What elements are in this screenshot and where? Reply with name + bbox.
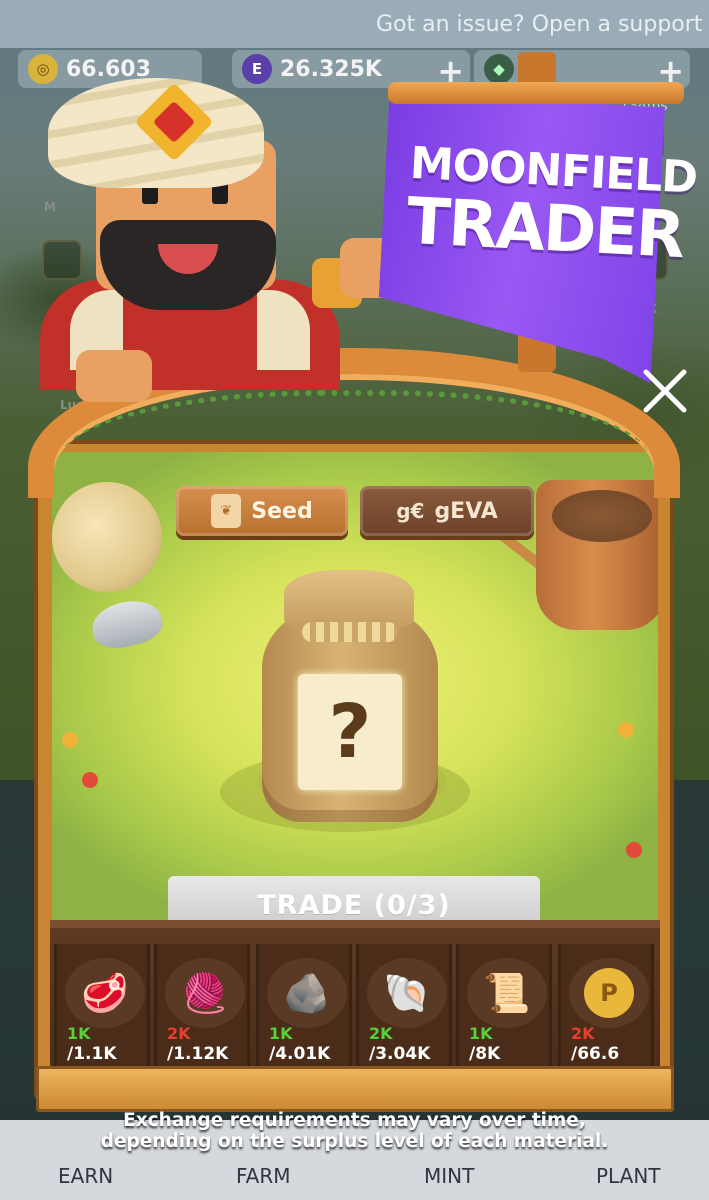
material-slot-rug[interactable]: 🧶 2K /1.12K <box>154 944 250 1070</box>
rock-decoration <box>52 482 162 592</box>
p-coin-icon: P <box>569 958 649 1028</box>
merchant-hand <box>76 350 152 402</box>
close-button[interactable] <box>638 364 692 418</box>
material-slot-shells[interactable]: 🐚 2K /3.04K <box>356 944 452 1070</box>
question-mark-icon: ? <box>328 689 372 775</box>
tab-geva-label: gEVA <box>434 498 498 524</box>
material-slot-stones[interactable]: 🪨 1K /4.01K <box>256 944 352 1070</box>
tab-seed-label: Seed <box>251 498 313 524</box>
flower-decoration <box>62 732 78 748</box>
exchange-note: Exchange requirements may vary over time… <box>0 1110 709 1153</box>
geva-icon: g€ <box>396 499 425 523</box>
material-need: /66.6 <box>571 1044 620 1064</box>
mystery-bag-label: ? <box>298 674 402 790</box>
banner-pole <box>388 82 684 104</box>
material-have: 2K <box>571 1024 595 1043</box>
tab-seed[interactable]: ❦ Seed <box>176 486 348 536</box>
material-need: /4.01K <box>269 1044 331 1064</box>
flower-decoration <box>618 722 634 738</box>
close-icon <box>643 369 687 413</box>
material-need: /1.1K <box>67 1044 117 1064</box>
exchange-note-line1: Exchange requirements may vary over time… <box>123 1110 586 1131</box>
tab-geva[interactable]: g€ gEVA <box>360 486 534 536</box>
material-slot-meat[interactable]: 🥩 1K /1.1K <box>54 944 150 1070</box>
exchange-note-line2: depending on the surplus level of each m… <box>100 1131 609 1153</box>
shovel-decoration <box>88 595 166 653</box>
shells-icon: 🐚 <box>367 958 447 1028</box>
trader-meadow: ? <box>52 452 658 922</box>
bottom-plank <box>36 1066 674 1112</box>
trader-modal: ? MOONFIELD TRADER ❦ Seed g€ gEVA TRADE … <box>0 0 709 1200</box>
material-have: 2K <box>369 1024 393 1043</box>
material-have: 2K <box>167 1024 191 1043</box>
material-have: 1K <box>269 1024 293 1043</box>
mystery-bag-rope <box>302 622 398 642</box>
stones-icon: 🪨 <box>267 958 347 1028</box>
material-slot-scroll[interactable]: 📜 1K /8K <box>456 944 552 1070</box>
rug-icon: 🧶 <box>165 958 245 1028</box>
material-need: /1.12K <box>167 1044 229 1064</box>
meat-icon: 🥩 <box>65 958 145 1028</box>
material-slot-p-coin[interactable]: P 2K /66.6 <box>558 944 654 1070</box>
trader-title: MOONFIELD TRADER <box>404 138 698 274</box>
mystery-bag-top <box>284 570 414 630</box>
material-need: /3.04K <box>369 1044 431 1064</box>
material-need: /8K <box>469 1044 501 1064</box>
flower-decoration <box>626 842 642 858</box>
material-have: 1K <box>469 1024 493 1043</box>
flower-decoration <box>82 772 98 788</box>
material-have: 1K <box>67 1024 91 1043</box>
seed-packet-icon: ❦ <box>211 494 242 528</box>
scroll-icon: 📜 <box>467 958 547 1028</box>
trader-title-line2: TRADER <box>404 184 686 274</box>
